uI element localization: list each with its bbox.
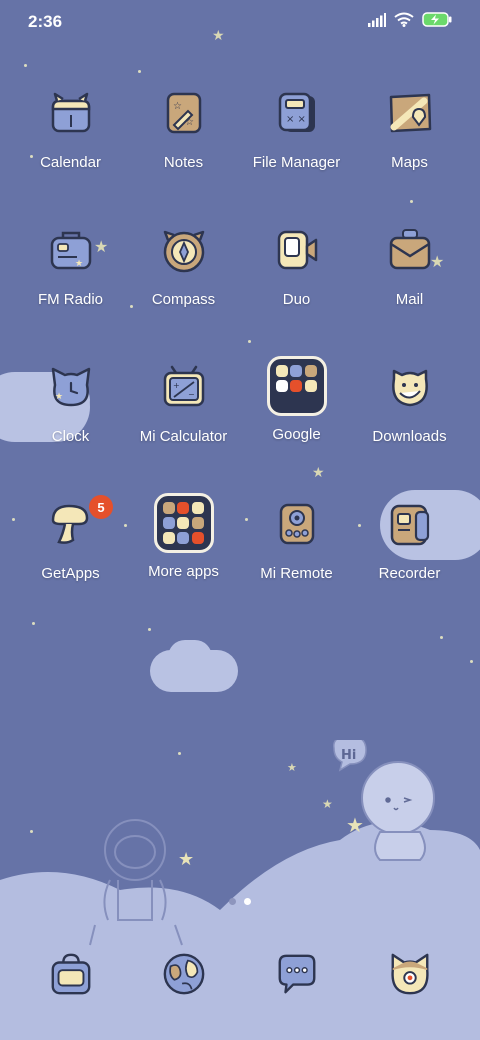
app-recorder[interactable]: Recorder xyxy=(353,499,466,636)
page-dot[interactable] xyxy=(229,898,236,905)
speech-bubble-text: Hi xyxy=(341,748,357,763)
phone-bag-icon[interactable] xyxy=(47,950,95,998)
svg-text:★: ★ xyxy=(75,259,83,269)
app-getapps[interactable]: 5 GetApps xyxy=(14,495,127,636)
folder-google[interactable]: Google xyxy=(240,356,353,499)
app-calendar[interactable]: Calendar xyxy=(14,88,127,225)
mi-remote-icon[interactable] xyxy=(272,499,322,549)
app-downloads[interactable]: Downloads xyxy=(353,362,466,499)
fm-radio-icon[interactable]: ★ xyxy=(46,225,96,275)
status-icons xyxy=(368,12,452,32)
app-label: Duo xyxy=(282,291,311,308)
app-label: Downloads xyxy=(372,428,447,445)
svg-text:× ×: × × xyxy=(286,114,306,125)
status-time: 2:36 xyxy=(28,12,63,31)
notification-badge: 5 xyxy=(89,495,113,519)
app-label: Mi Remote xyxy=(260,565,333,582)
app-label: Mail xyxy=(395,291,424,308)
page-dot-active[interactable] xyxy=(244,898,251,905)
dock xyxy=(14,950,466,998)
signal-icon xyxy=(368,12,386,32)
app-mail[interactable]: Mail xyxy=(353,225,466,362)
app-label: Mi Calculator xyxy=(139,428,228,445)
status-bar: 2:36 xyxy=(0,0,480,44)
app-maps[interactable]: Maps xyxy=(353,88,466,225)
app-file-manager[interactable]: × × File Manager xyxy=(240,88,353,225)
maps-icon[interactable] xyxy=(385,88,435,138)
compass-icon[interactable] xyxy=(159,225,209,275)
google-folder-icon[interactable] xyxy=(266,356,327,416)
clock-icon[interactable]: ★ xyxy=(46,362,96,412)
svg-text:★: ★ xyxy=(346,813,364,837)
file-manager-icon[interactable]: × × xyxy=(272,88,322,138)
camera-cat-icon[interactable] xyxy=(386,950,434,998)
notes-icon[interactable]: ☆ ☆ xyxy=(159,88,209,138)
app-mi-remote[interactable]: Mi Remote xyxy=(240,499,353,636)
app-label: More apps xyxy=(148,563,219,580)
svg-text:★: ★ xyxy=(178,849,194,870)
calendar-icon[interactable] xyxy=(46,88,96,138)
getapps-icon[interactable] xyxy=(46,499,96,549)
svg-text:★: ★ xyxy=(55,392,63,402)
app-label: GetApps xyxy=(41,565,100,582)
app-fm-radio[interactable]: ★ FM Radio xyxy=(14,225,127,362)
app-compass[interactable]: Compass xyxy=(127,225,240,362)
svg-text:+: + xyxy=(173,381,180,390)
wifi-icon xyxy=(394,12,414,32)
svg-text:☆: ☆ xyxy=(173,101,182,112)
recorder-icon[interactable] xyxy=(385,499,435,549)
app-label: Maps xyxy=(391,154,428,171)
battery-charging-icon xyxy=(422,12,452,32)
home-app-grid: Calendar ☆ ☆ Notes × × File Manager Maps… xyxy=(14,88,466,636)
svg-text:−: − xyxy=(188,390,195,399)
calculator-icon[interactable]: + − xyxy=(159,362,209,412)
app-label: FM Radio xyxy=(37,291,104,308)
more-apps-folder-icon[interactable] xyxy=(153,493,214,553)
app-notes[interactable]: ☆ ☆ Notes xyxy=(127,88,240,225)
folder-more-apps[interactable]: More apps xyxy=(127,493,240,636)
app-label: Google xyxy=(272,426,321,443)
app-label: Calendar xyxy=(40,154,101,171)
messages-icon[interactable] xyxy=(273,950,321,998)
app-label: Compass xyxy=(151,291,216,308)
duo-icon[interactable] xyxy=(272,225,322,275)
downloads-icon[interactable] xyxy=(385,362,435,412)
app-duo[interactable]: Duo xyxy=(240,225,353,362)
app-label: Recorder xyxy=(378,565,441,582)
app-label: Clock xyxy=(51,428,90,445)
browser-globe-icon[interactable] xyxy=(160,950,208,998)
page-indicator xyxy=(0,898,480,905)
app-label: Notes xyxy=(163,154,204,171)
app-label: File Manager xyxy=(252,154,341,171)
mail-icon[interactable] xyxy=(385,225,435,275)
app-clock[interactable]: ★ Clock xyxy=(14,362,127,499)
app-mi-calculator[interactable]: + − Mi Calculator xyxy=(127,362,240,499)
